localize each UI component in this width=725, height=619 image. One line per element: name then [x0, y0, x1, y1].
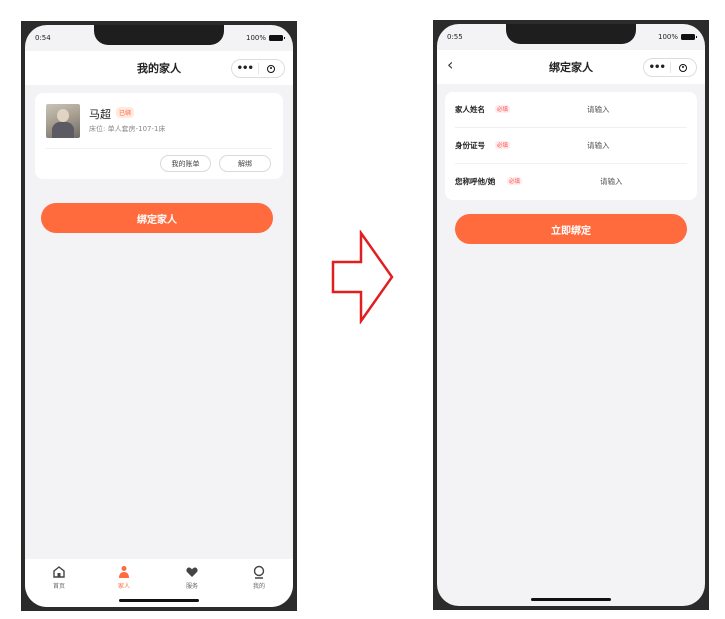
field-label: 家人姓名: [455, 105, 485, 114]
right-arrow-icon: [331, 230, 394, 324]
nav-bar: 我的家人 •••: [25, 51, 293, 85]
family-icon: [119, 566, 129, 578]
bind-now-button[interactable]: 立即绑定: [455, 214, 687, 244]
id-card-input[interactable]: 请输入: [587, 140, 610, 151]
right-screen: 0:55 100% ‹ 绑定家人 ••• 家人姓名 必填 请输入 身份证号 必填…: [437, 24, 705, 606]
relation-input[interactable]: 请输入: [600, 176, 623, 187]
close-miniprogram-icon[interactable]: [671, 63, 697, 72]
page-title: 我的家人: [137, 62, 181, 75]
left-screen: 0:54 100% 我的家人 ••• 马超 已绑 床位: 单人套房-107-1床…: [25, 25, 293, 607]
status-bar: 0:55 100%: [447, 33, 697, 45]
form-row-relation: 您称呼他/她 必填 请输入: [445, 164, 697, 200]
profile-icon: [253, 565, 265, 579]
battery-indicator: 100%: [657, 33, 697, 41]
miniprogram-capsule: •••: [643, 58, 697, 77]
status-bar: 0:54 100%: [35, 34, 285, 46]
left-phone: 0:54 100% 我的家人 ••• 马超 已绑 床位: 单人套房-107-1床…: [21, 21, 297, 611]
tab-mine-label: 我的: [252, 583, 265, 590]
tab-home[interactable]: 首页: [44, 565, 74, 590]
service-icon: [186, 567, 198, 577]
required-badge: 必填: [495, 105, 511, 113]
member-name: 马超: [89, 108, 111, 121]
my-bill-button[interactable]: 我的账单: [160, 155, 211, 172]
required-badge: 必填: [495, 141, 511, 149]
home-indicator: [531, 598, 611, 601]
field-label: 身份证号: [455, 141, 485, 150]
battery-icon: [269, 35, 285, 41]
form-row-idcard: 身份证号 必填 请输入: [445, 128, 697, 164]
status-time: 0:55: [447, 33, 463, 41]
form-row-name: 家人姓名 必填 请输入: [445, 92, 697, 128]
tab-service-label: 服务: [185, 583, 198, 590]
bind-family-button[interactable]: 绑定家人: [41, 203, 273, 233]
status-time: 0:54: [35, 34, 51, 42]
battery-percent: 100%: [657, 33, 678, 41]
battery-icon: [681, 34, 697, 40]
unbind-button[interactable]: 解绑: [219, 155, 271, 172]
member-bed: 床位: 单人套房-107-1床: [89, 125, 166, 133]
home-icon: [53, 566, 65, 578]
bind-form: 家人姓名 必填 请输入 身份证号 必填 请输入 您称呼他/她 必填 请输入: [445, 92, 697, 200]
avatar: [46, 104, 80, 138]
miniprogram-capsule: •••: [231, 59, 285, 78]
home-indicator: [119, 599, 199, 602]
tab-family-label: 家人: [117, 583, 130, 590]
tab-family[interactable]: 家人: [109, 565, 139, 590]
family-member-card[interactable]: 马超 已绑 床位: 单人套房-107-1床 我的账单 解绑: [35, 93, 283, 179]
required-badge: 必填: [507, 177, 523, 185]
tab-mine[interactable]: 我的: [244, 565, 274, 590]
back-icon[interactable]: ‹: [447, 56, 453, 74]
more-icon[interactable]: •••: [644, 62, 670, 73]
battery-indicator: 100%: [245, 34, 285, 42]
right-phone: 0:55 100% ‹ 绑定家人 ••• 家人姓名 必填 请输入 身份证号 必填…: [433, 20, 709, 610]
tab-service[interactable]: 服务: [177, 565, 207, 590]
tab-home-label: 首页: [52, 583, 65, 590]
tab-bar: 首页 家人 服务 我的: [25, 559, 293, 607]
close-miniprogram-icon[interactable]: [259, 64, 285, 73]
battery-percent: 100%: [245, 34, 266, 42]
status-badge: 已绑: [116, 107, 135, 118]
family-name-input[interactable]: 请输入: [587, 104, 610, 115]
divider: [46, 148, 272, 149]
nav-bar: ‹ 绑定家人 •••: [437, 50, 705, 84]
field-label: 您称呼他/她: [455, 177, 496, 186]
more-icon[interactable]: •••: [232, 63, 258, 74]
page-title: 绑定家人: [549, 61, 593, 74]
